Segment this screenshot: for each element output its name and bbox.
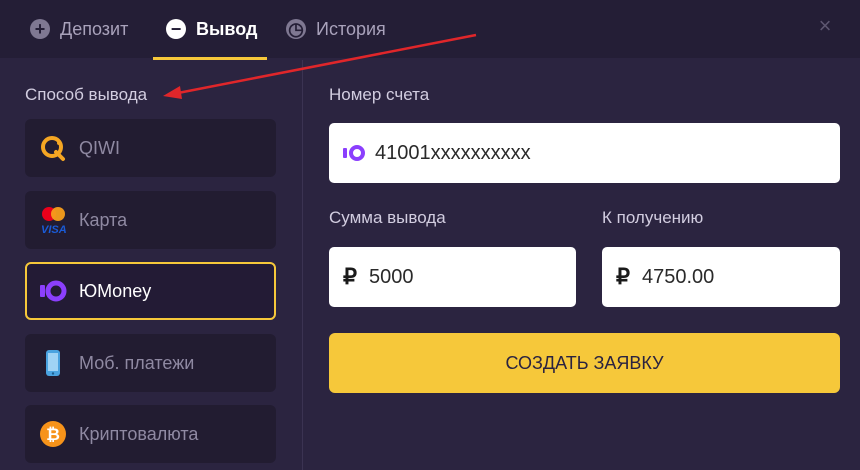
amount-field[interactable]: ₽ 5000 xyxy=(329,247,576,307)
clock-icon: ◷ xyxy=(286,19,306,39)
account-value: 41001xxxxxxxxxx xyxy=(375,141,531,164)
yoomoney-logo-icon xyxy=(39,277,67,305)
tab-bar: + Депозит − Вывод ◷ История × xyxy=(0,0,860,60)
mastercard-visa-icon: VISA xyxy=(39,206,67,236)
method-yoomoney[interactable]: ЮMoney xyxy=(25,262,276,320)
panel-divider xyxy=(302,60,303,470)
tab-history[interactable]: ◷ История xyxy=(286,0,386,58)
minus-circle-icon: − xyxy=(166,19,186,39)
tab-withdraw[interactable]: − Вывод xyxy=(166,0,257,58)
method-crypto-label: Криптовалюта xyxy=(79,423,199,444)
method-card-label: Карта xyxy=(79,209,128,230)
tab-withdraw-label: Вывод xyxy=(196,18,258,39)
ruble-icon: ₽ xyxy=(343,264,357,289)
yoomoney-logo-icon xyxy=(343,143,367,163)
active-tab-indicator xyxy=(153,57,267,60)
receive-label: К получению xyxy=(602,208,704,227)
amount-label: Сумма вывода xyxy=(329,208,446,227)
method-qiwi-label: QIWI xyxy=(79,137,120,158)
method-card[interactable]: VISA Карта xyxy=(25,191,276,249)
method-mobile-label: Моб. платежи xyxy=(79,352,195,373)
account-field[interactable]: 41001xxxxxxxxxx xyxy=(329,123,840,183)
receive-value: 4750.00 xyxy=(642,265,715,288)
qiwi-logo-icon xyxy=(39,134,67,162)
tab-deposit-label: Депозит xyxy=(60,18,129,39)
tab-deposit[interactable]: + Депозит xyxy=(30,0,128,58)
plus-circle-icon: + xyxy=(30,19,50,39)
method-yoomoney-label: ЮMoney xyxy=(79,280,152,301)
ruble-icon: ₽ xyxy=(616,264,630,289)
method-crypto[interactable]: ₿ Криптовалюта xyxy=(25,405,276,463)
method-qiwi[interactable]: QIWI xyxy=(25,119,276,177)
create-request-button[interactable]: СОЗДАТЬ ЗАЯВКУ xyxy=(329,333,840,393)
close-icon[interactable]: × xyxy=(814,14,836,38)
method-section-label: Способ вывода xyxy=(25,85,148,104)
receive-field: ₽ 4750.00 xyxy=(602,247,840,307)
bitcoin-icon: ₿ xyxy=(39,420,67,448)
method-mobile[interactable]: Моб. платежи xyxy=(25,334,276,392)
tab-history-label: История xyxy=(316,18,386,39)
svg-text:VISA: VISA xyxy=(41,224,67,236)
account-label: Номер счета xyxy=(329,85,430,104)
mobile-phone-icon xyxy=(39,349,67,377)
amount-value: 5000 xyxy=(369,265,414,288)
svg-text:₿: ₿ xyxy=(46,425,60,445)
